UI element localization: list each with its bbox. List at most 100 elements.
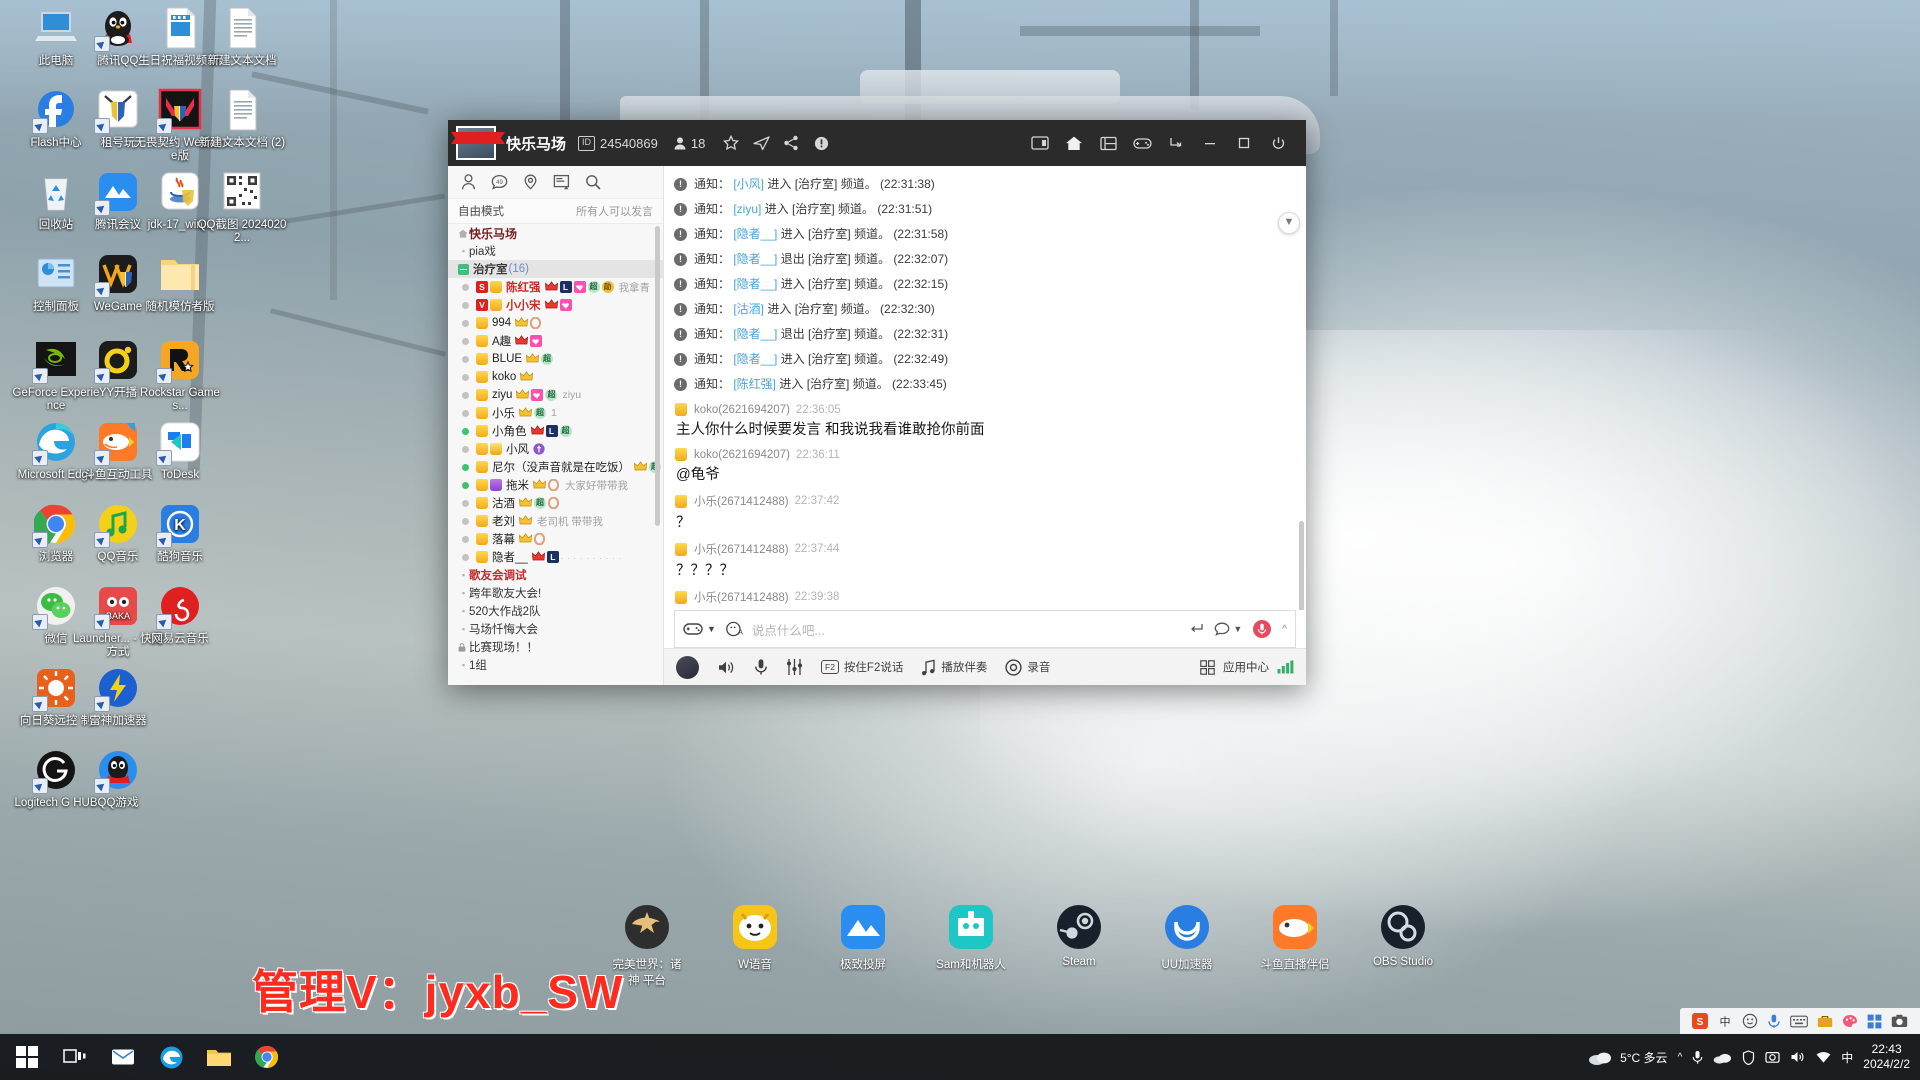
notice-user[interactable]: [小风] [733, 177, 764, 191]
yy-voice-window[interactable]: 快乐马场 ID 24540869 18 49 自由模式 所有人可以发言 快乐马场… [448, 120, 1306, 685]
desktop-icon-text-file[interactable]: 新建文本文档 [196, 6, 288, 68]
taskbar-tray[interactable]: 5°C 多云 ^ 中 22:43 2024/2/2 [1588, 1042, 1920, 1072]
chat-author[interactable]: koko(2621694207) [694, 404, 790, 416]
mic-icon[interactable] [1767, 1013, 1781, 1029]
input-right-controls[interactable]: ▼ ^ [1189, 619, 1287, 639]
member-row[interactable]: 尼尔（没声音就是在吃饭）超 [448, 458, 663, 476]
channel-panel[interactable]: 49 自由模式 所有人可以发言 快乐马场 ▪ pia戏 治疗室 (16) S 陈红强 L 超勋我… [448, 166, 664, 685]
grid-icon[interactable] [1867, 1014, 1882, 1029]
chat-author[interactable]: koko(2621694207) [694, 449, 790, 461]
voice-control-bar[interactable]: F2 按住F2说话 播放伴奏 录音 应用中心 [664, 648, 1306, 685]
member-row[interactable]: S 陈红强 L 超勋我拿青 [448, 278, 663, 296]
member-row[interactable]: 落幕 [448, 530, 663, 548]
member-row[interactable]: 隐者__ L. . . . . . . . . . [448, 548, 663, 566]
game-face-icon[interactable] [683, 621, 703, 637]
chat-author[interactable]: 小乐(2671412488) [694, 589, 789, 605]
user-avatar[interactable] [676, 655, 699, 679]
palette-icon[interactable] [1842, 1014, 1858, 1029]
bottom-right-controls[interactable]: 应用中心 [1200, 659, 1294, 675]
app-center-label[interactable]: 应用中心 [1223, 659, 1269, 675]
ime-tray-row[interactable]: S中 [1680, 1008, 1920, 1034]
volume-icon[interactable] [1790, 1050, 1806, 1064]
download-icon[interactable] [1162, 129, 1190, 157]
game-icon[interactable] [1128, 129, 1156, 157]
person-icon[interactable] [460, 174, 477, 191]
channel-toolbar[interactable]: 49 [448, 166, 663, 199]
weather-widget[interactable]: 5°C 多云 [1588, 1048, 1668, 1066]
screenshot-icon[interactable] [1765, 1050, 1780, 1064]
window-split-icon[interactable] [1026, 129, 1054, 157]
file-explorer-icon[interactable] [196, 1034, 242, 1080]
channel-row-pia戏[interactable]: ▪ pia戏 [448, 242, 663, 260]
dock-item-w-voice[interactable]: W语音 [718, 902, 792, 988]
chevron-down-icon[interactable]: ▼ [1233, 624, 1242, 634]
task-view-icon[interactable] [52, 1034, 98, 1080]
mail-icon[interactable] [100, 1034, 146, 1080]
notice-user[interactable]: [ziyu] [733, 202, 761, 216]
collapse-toggle-icon[interactable] [458, 263, 469, 275]
sogou-icon[interactable]: S [1692, 1013, 1708, 1029]
yy-title-right-controls[interactable] [1026, 129, 1298, 157]
paper-plane-icon[interactable] [749, 131, 773, 155]
star-icon[interactable] [719, 131, 743, 155]
mic-icon[interactable] [754, 658, 768, 676]
play-accompaniment-button[interactable]: 播放伴奏 [921, 659, 987, 676]
mixer-icon[interactable] [786, 658, 803, 676]
notice-user[interactable]: [隐者__] [733, 227, 777, 241]
member-row[interactable]: 拖米 大家好带带我 [448, 476, 663, 494]
onedrive-icon[interactable] [1713, 1051, 1732, 1064]
minimize-icon[interactable] [1196, 129, 1224, 157]
dock-item-douyu-companion[interactable]: 斗鱼直播伴侣 [1258, 902, 1332, 988]
dock-item-obs[interactable]: OBS Studio [1366, 902, 1440, 988]
room-avatar[interactable] [451, 126, 505, 160]
grid-icon[interactable] [1094, 129, 1122, 157]
chevron-down-icon[interactable]: ▼ [707, 624, 716, 634]
member-row[interactable]: 老刘 老司机 带带我 [448, 512, 663, 530]
edge-icon[interactable] [148, 1034, 194, 1080]
dock-item-screen-cast[interactable]: 极致投屏 [826, 902, 900, 988]
member-row[interactable]: 沽酒 超 [448, 494, 663, 512]
sticker-a-icon[interactable]: A [725, 621, 743, 637]
arrow-down-icon[interactable]: ▼ [1278, 212, 1300, 234]
notice-user[interactable]: [沽酒] [733, 302, 764, 316]
speak-mode-bar[interactable]: 自由模式 所有人可以发言 [448, 199, 663, 224]
windows-taskbar[interactable]: 5°C 多云 ^ 中 22:43 2024/2/2 [0, 1034, 1920, 1080]
search-icon[interactable] [584, 174, 601, 191]
speaker-icon[interactable] [717, 659, 736, 676]
desktop-icon-kugou[interactable]: K 酷狗音乐 [134, 502, 226, 564]
chat-author[interactable]: 小乐(2671412488) [694, 493, 789, 509]
power-icon[interactable] [1264, 129, 1292, 157]
channel-row-马场忏悔大会[interactable]: ▪ 马场忏悔大会 [448, 620, 663, 638]
push-to-talk-button[interactable]: F2 按住F2说话 [821, 659, 903, 675]
notice-user[interactable]: [陈红强] [733, 377, 776, 391]
notice-user[interactable]: [隐者__] [733, 277, 777, 291]
chat-bubble-icon[interactable]: 49 [491, 174, 508, 191]
desktop-icon-folder[interactable]: 随机模仿者版 [134, 252, 226, 314]
ime-cn-icon[interactable]: 中 [1717, 1013, 1733, 1029]
shield-icon[interactable] [1742, 1049, 1755, 1065]
dock-item-sam-robot[interactable]: Sam和机器人 [934, 902, 1008, 988]
notice-user[interactable]: [隐者__] [733, 327, 777, 341]
ime-cn-icon[interactable]: 中 [1841, 1049, 1853, 1066]
member-row[interactable]: koko [448, 368, 663, 386]
yy-title-bar[interactable]: 快乐马场 ID 24540869 18 [448, 120, 1306, 166]
share-icon[interactable] [779, 131, 803, 155]
desktop-icon-qr-screenshot[interactable]: QQ截图 20240202... [196, 170, 288, 245]
message-input-bar[interactable]: ▼ A 说点什么吧... ▼ ^ [674, 610, 1296, 648]
desktop-icon-rockstar[interactable]: Rockstar Games... [134, 338, 226, 413]
taskbar-left[interactable] [0, 1034, 290, 1080]
channel-row-比赛现场！！[interactable]: 比赛现场！！ [448, 638, 663, 656]
desktop-icon-netease-music[interactable]: 网易云音乐 [134, 584, 226, 646]
home-icon[interactable] [1060, 129, 1088, 157]
chevron-up-icon[interactable]: ^ [1282, 624, 1287, 635]
desktop-icon-todesk[interactable]: ToDesk [134, 420, 226, 482]
location-icon[interactable] [522, 174, 539, 191]
dock-item-steam[interactable]: Steam [1042, 902, 1116, 988]
message-list[interactable]: ▼ ! 通知： [小风] 进入 [治疗室] 频道。 (22:31:38)! 通知： … [664, 166, 1306, 610]
chat-author[interactable]: 小乐(2671412488) [694, 541, 789, 557]
chevron-up-icon[interactable]: ^ [1678, 1052, 1683, 1063]
channel-tree[interactable]: 快乐马场 ▪ pia戏 治疗室 (16) S 陈红强 L 超勋我拿青 V 小小宋 994 A趣 BLUE 超… [448, 224, 663, 685]
member-row[interactable]: A趣 [448, 332, 663, 350]
channel-row-歌友会调试[interactable]: ▪ 歌友会调试 [448, 566, 663, 584]
member-row[interactable]: 994 [448, 314, 663, 332]
